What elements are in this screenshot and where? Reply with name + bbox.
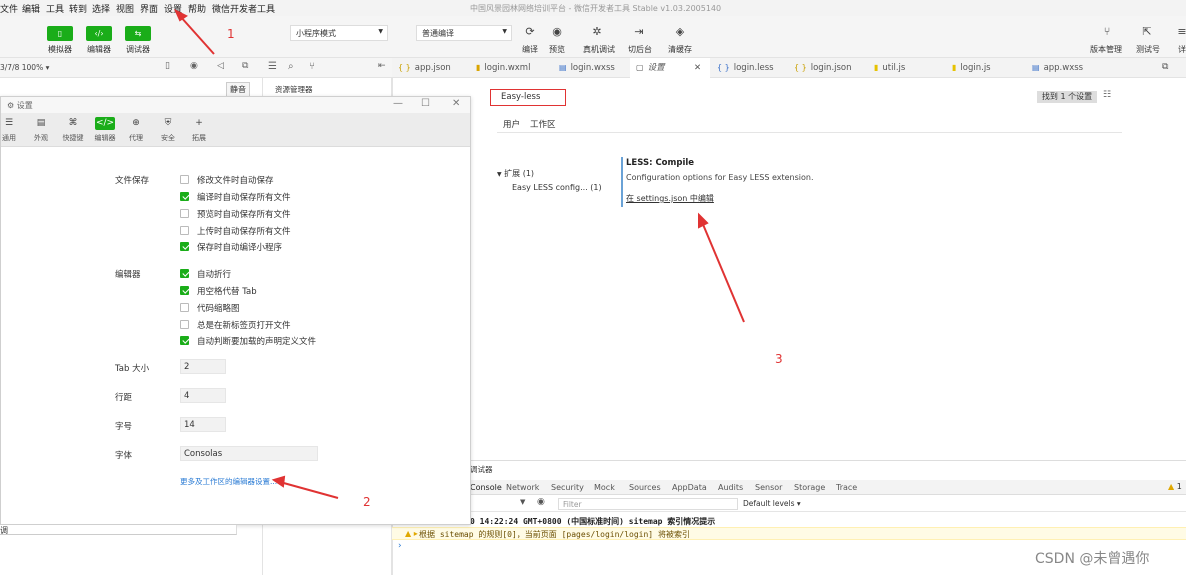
arrow-2	[279, 481, 339, 499]
arrow-2-head	[271, 475, 286, 488]
annotation-1: 1	[227, 27, 235, 41]
annotation-2: 2	[363, 495, 371, 509]
watermark: CSDN @未曾遇你	[1035, 551, 1150, 567]
arrow-1-head	[173, 8, 188, 22]
arrow-3-head	[698, 212, 709, 229]
arrow-1	[179, 15, 215, 55]
annotation-arrows	[173, 8, 745, 499]
annotation-3: 3	[775, 352, 783, 366]
arrow-3	[701, 221, 745, 323]
